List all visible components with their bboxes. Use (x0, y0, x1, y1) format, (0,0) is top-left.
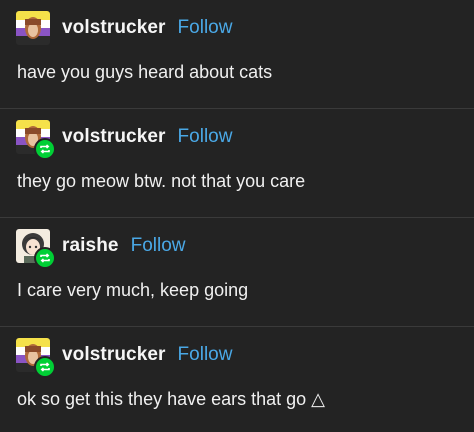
avatar[interactable] (16, 338, 56, 378)
username[interactable]: raishe (62, 235, 119, 257)
post-text: ok so get this they have ears that go △ (17, 389, 326, 409)
avatar[interactable] (16, 120, 56, 160)
post-header: volstrucker Follow (16, 338, 233, 378)
reblog-icon (34, 138, 56, 160)
reblog-thread: volstrucker Follow have you guys heard a… (0, 0, 474, 432)
follow-button[interactable]: Follow (178, 17, 233, 39)
follow-button[interactable]: Follow (131, 235, 186, 257)
follow-button[interactable]: Follow (178, 126, 233, 148)
avatar[interactable] (16, 229, 56, 269)
post-text: have you guys heard about cats (17, 62, 273, 82)
post: volstrucker Follow ok so get this they h… (0, 326, 474, 432)
post-header: volstrucker Follow (16, 11, 232, 45)
reblog-icon (34, 247, 56, 269)
post-text: they go meow btw. not that you care (17, 171, 306, 191)
username[interactable]: volstrucker (62, 126, 166, 148)
post: raishe Follow I care very much, keep goi… (0, 217, 474, 327)
post-header: raishe Follow (16, 229, 186, 269)
username[interactable]: volstrucker (62, 344, 166, 366)
post-header: volstrucker Follow (16, 120, 233, 160)
reblog-icon (34, 356, 56, 378)
avatar[interactable] (16, 11, 50, 45)
username[interactable]: volstrucker (62, 17, 166, 39)
flag-avatar-icon (16, 11, 50, 45)
post-text: I care very much, keep going (17, 280, 249, 300)
post: volstrucker Follow have you guys heard a… (0, 0, 474, 109)
post: volstrucker Follow they go meow btw. not… (0, 108, 474, 218)
follow-button[interactable]: Follow (178, 344, 233, 366)
